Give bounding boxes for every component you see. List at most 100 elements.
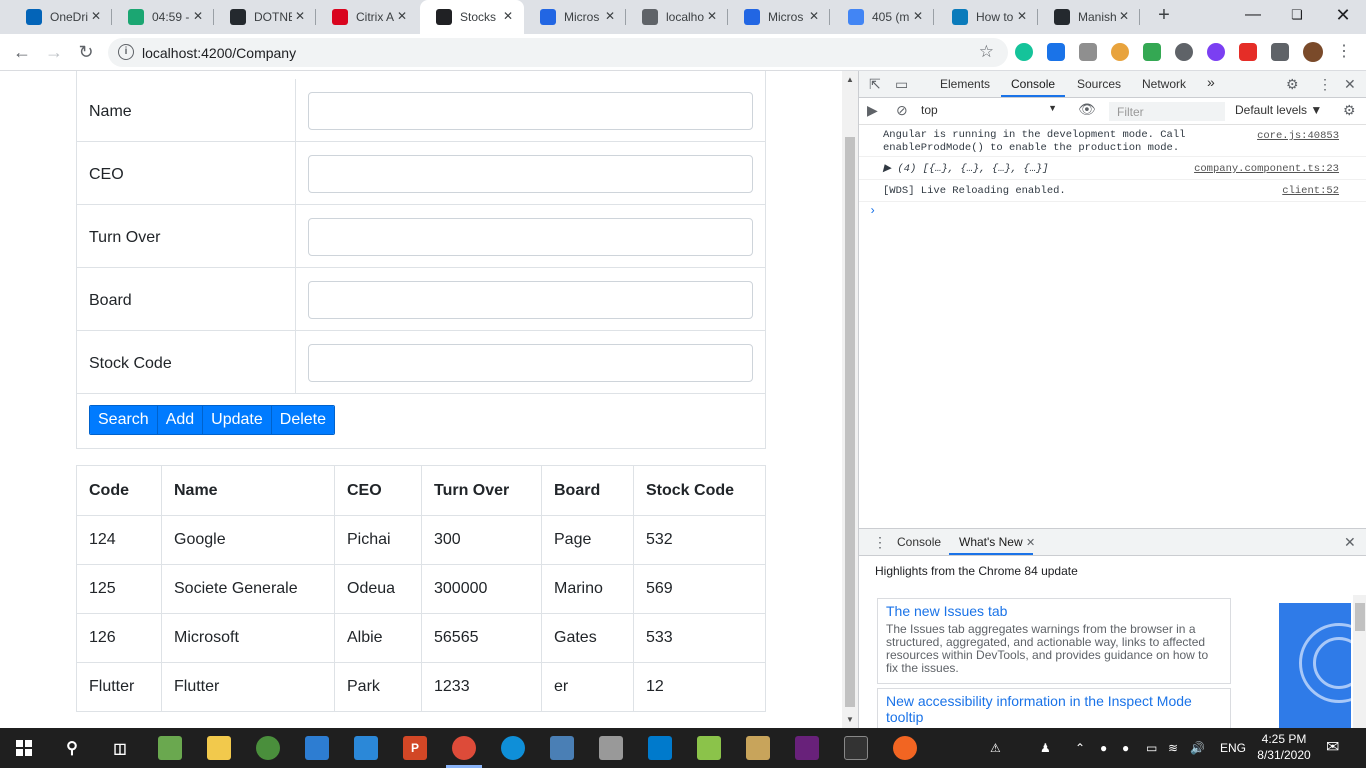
drawer-tab-whats-new[interactable]: What's New (949, 535, 1033, 555)
task-view-icon[interactable]: ◫ (108, 736, 132, 760)
settings-gear-icon[interactable]: ⚙ (1286, 76, 1299, 93)
tray-app-icon[interactable]: ● (1122, 728, 1129, 768)
tray-chevron-icon[interactable]: ⌃ (1075, 728, 1085, 768)
windows-start-icon[interactable] (12, 736, 36, 760)
address-bar[interactable]: i localhost:4200/Company ☆ (108, 38, 1008, 67)
close-tab-icon[interactable]: ✕ (292, 9, 308, 23)
browser-tab[interactable]: OneDri ✕ (10, 0, 112, 34)
close-window-button[interactable]: ✕ (1320, 0, 1366, 34)
clear-console-icon[interactable]: ⊘ (896, 102, 908, 119)
close-tab-icon[interactable]: ✕ (88, 9, 104, 23)
reload-icon[interactable]: ↻ (74, 40, 98, 64)
console-message-text[interactable]: ▶ (4) [{…}, {…}, {…}, {…}] (883, 163, 1049, 176)
inspect-element-icon[interactable]: ⇱ (869, 76, 881, 93)
close-tab-icon[interactable]: ✕ (910, 9, 926, 23)
console-prompt[interactable]: › (869, 204, 876, 218)
menu-dots-icon[interactable]: ⋮ (1332, 40, 1356, 64)
search-icon[interactable]: ⚲ (60, 736, 84, 760)
close-tab-icon[interactable]: ✕ (1116, 9, 1132, 23)
url-text[interactable]: localhost:4200/Company (142, 45, 296, 61)
tab-sources[interactable]: Sources (1077, 77, 1121, 91)
drawer-tab-console[interactable]: Console (897, 535, 941, 549)
tripadvisor-icon[interactable] (256, 736, 280, 760)
file-explorer-icon[interactable] (207, 736, 231, 760)
postman-icon[interactable] (893, 736, 917, 760)
browser-tab[interactable]: How to ✕ (936, 0, 1038, 34)
browser-tab[interactable]: DOTNE ✕ (214, 0, 316, 34)
scroll-up-arrow-icon[interactable]: ▲ (846, 75, 854, 84)
package-icon[interactable] (746, 736, 770, 760)
people-icon[interactable]: ♟ (1040, 728, 1051, 768)
table-row[interactable]: 124 Google Pichai 300 Page 532 (76, 515, 766, 565)
extensions-puzzle-icon[interactable] (1271, 43, 1289, 61)
sidebar-toggle-icon[interactable]: ▶ (867, 102, 878, 119)
card-title[interactable]: The new Issues tab (886, 603, 1222, 619)
maximize-button[interactable]: ❏ (1274, 0, 1320, 34)
close-tab-icon[interactable]: ✕ (190, 9, 206, 23)
wifi-icon[interactable]: ≋ (1168, 728, 1178, 768)
table-row[interactable]: 126 Microsoft Albie 56565 Gates 533 (76, 613, 766, 663)
add-button[interactable]: Add (157, 406, 204, 434)
device-toolbar-icon[interactable]: ▭ (895, 76, 908, 93)
volume-icon[interactable]: 🔊 (1190, 728, 1205, 768)
scroll-down-arrow-icon[interactable]: ▼ (846, 715, 854, 724)
table-row[interactable]: Flutter Flutter Park 1233 er 12 (76, 662, 766, 712)
s-extension-icon[interactable] (1047, 43, 1065, 61)
delete-button[interactable]: Delete (271, 406, 335, 434)
minimize-button[interactable]: — (1230, 0, 1276, 34)
tab-console[interactable]: Console (1000, 77, 1066, 97)
close-tab-icon[interactable]: ✕ (1014, 9, 1030, 23)
console-message-source[interactable]: client:52 (1282, 185, 1339, 197)
tab-elements[interactable]: Elements (940, 77, 990, 91)
browser-tab[interactable]: Micros ✕ (524, 0, 626, 34)
info-icon[interactable]: i (118, 44, 134, 60)
powerpoint-icon[interactable]: P (403, 736, 427, 760)
grammarly-extension-icon[interactable] (1015, 43, 1033, 61)
drawer-menu-icon[interactable]: ⋮ (873, 534, 887, 551)
dark-extension-icon[interactable] (1175, 43, 1193, 61)
edge-icon[interactable] (501, 736, 525, 760)
browser-tab[interactable]: Micros ✕ (728, 0, 830, 34)
log-levels-dropdown[interactable]: Default levels ▼ (1235, 103, 1322, 117)
chart-extension-icon[interactable] (1079, 43, 1097, 61)
app-icon[interactable] (158, 736, 182, 760)
purple-extension-icon[interactable] (1207, 43, 1225, 61)
vscode-icon[interactable] (648, 736, 672, 760)
browser-tab[interactable]: 405 (m ✕ (832, 0, 934, 34)
live-expression-eye-icon[interactable]: 👁 (1078, 101, 1096, 118)
browser-tab[interactable]: Citrix A ✕ (316, 0, 418, 34)
table-row[interactable]: 125 Societe Generale Odeua 300000 Marino 569 (76, 564, 766, 614)
mail-icon[interactable] (354, 736, 378, 760)
taskbar-clock[interactable]: 4:25 PM 8/31/2020 (1252, 731, 1316, 763)
tool-icon[interactable] (697, 736, 721, 760)
bookmark-star-icon[interactable]: ☆ (979, 42, 994, 62)
close-tab-icon[interactable]: ✕ (806, 9, 822, 23)
browser-tab[interactable]: Stocks ✕ (420, 0, 524, 34)
ceo-input[interactable] (308, 155, 753, 193)
console-filter-input[interactable]: Filter (1109, 102, 1225, 121)
cookie-extension-icon[interactable] (1111, 43, 1129, 61)
new-tab-button[interactable]: + (1152, 4, 1176, 27)
visual-studio-icon[interactable] (795, 736, 819, 760)
close-tab-icon[interactable]: ✕ (602, 9, 618, 23)
console-message[interactable]: ▶ (4) [{…}, {…}, {…}, {…}] company.compo… (859, 159, 1366, 180)
update-button[interactable]: Update (203, 406, 272, 434)
scrollbar-thumb[interactable] (845, 137, 855, 707)
tray-app-icon[interactable]: ● (1100, 728, 1107, 768)
forward-arrow-icon[interactable]: → (42, 40, 66, 64)
close-tab-icon[interactable]: ✕ (394, 9, 410, 23)
more-tabs-chevron-icon[interactable]: » (1207, 74, 1215, 90)
database-icon[interactable] (599, 736, 623, 760)
terminal-icon[interactable] (844, 736, 868, 760)
store-icon[interactable] (305, 736, 329, 760)
profile-avatar[interactable] (1303, 42, 1323, 62)
drawer-scrollbar[interactable] (1353, 595, 1366, 729)
turnover-input[interactable] (308, 218, 753, 256)
browser-tab[interactable]: Manish ✕ (1038, 0, 1140, 34)
close-tab-icon[interactable]: ✕ (1026, 536, 1035, 549)
chrome-icon[interactable] (452, 736, 476, 760)
board-input[interactable] (308, 281, 753, 319)
back-arrow-icon[interactable]: ← (10, 40, 34, 64)
console-settings-gear-icon[interactable]: ⚙ (1343, 102, 1356, 119)
page-scrollbar[interactable]: ▲ ▼ (842, 71, 858, 728)
